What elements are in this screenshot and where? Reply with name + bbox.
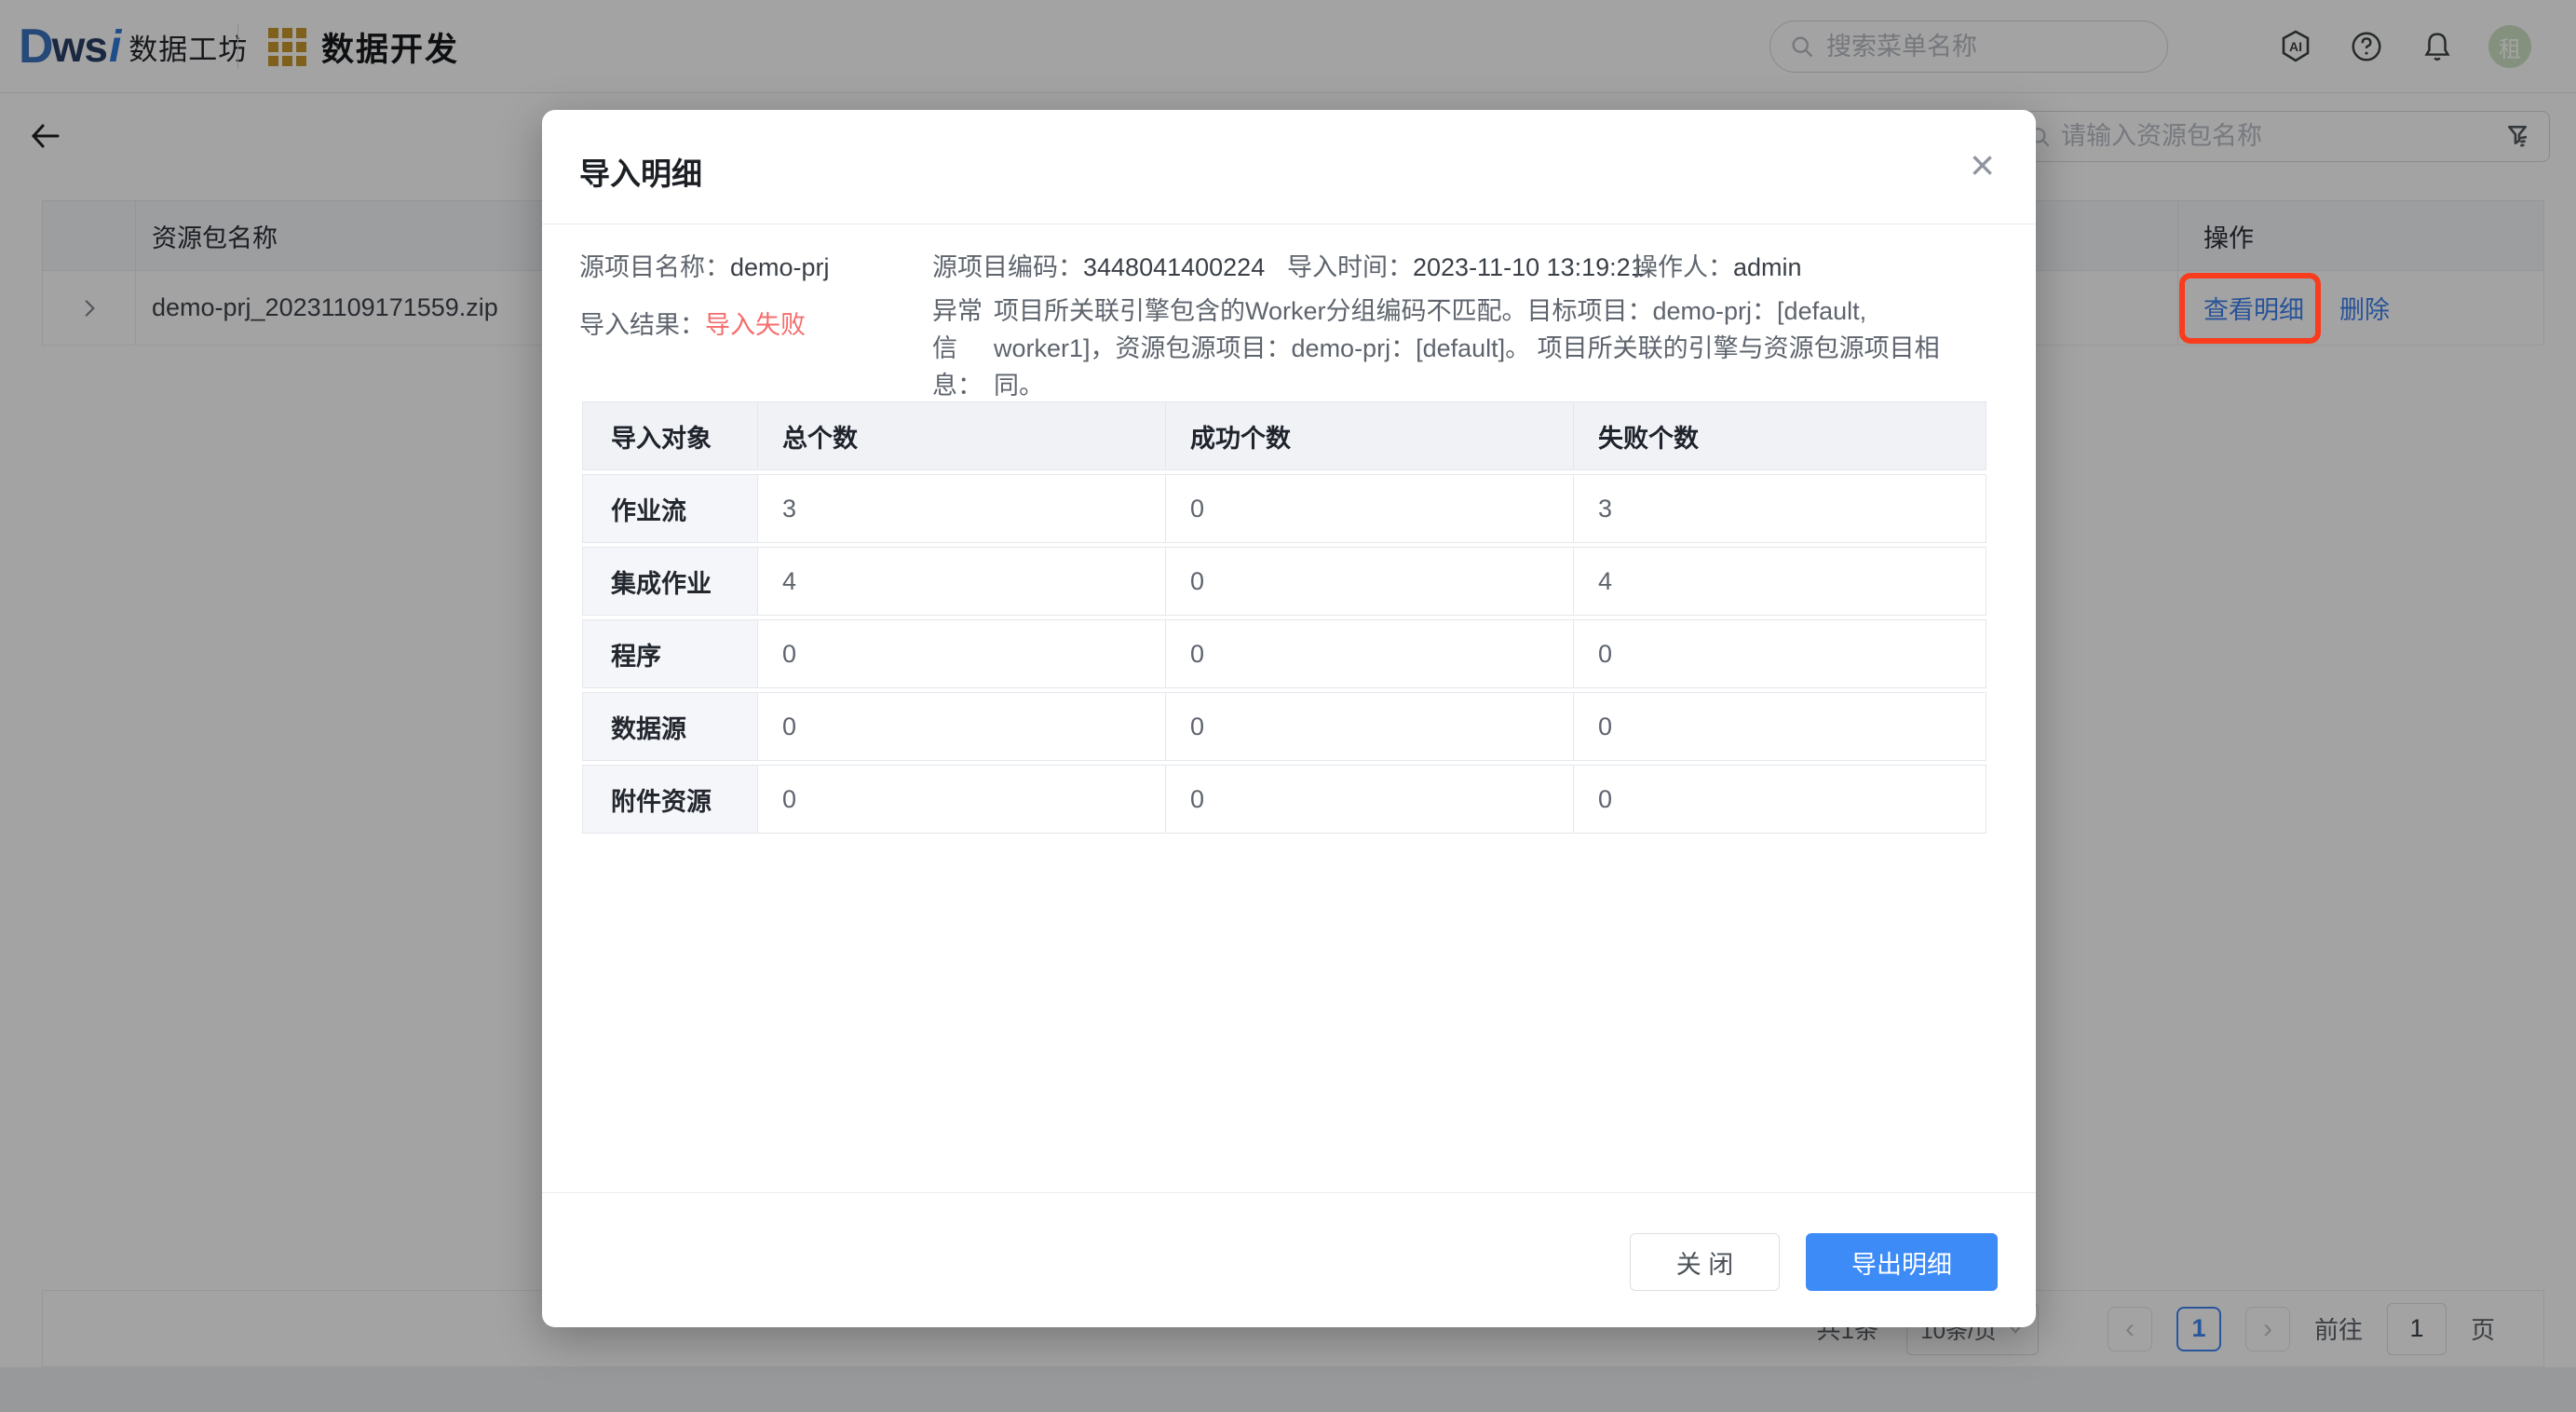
summary-row-integration-job: 集成作业 4 0 4 [582, 547, 1986, 616]
row-label: 数据源 [582, 692, 758, 761]
import-result-value: 导入失败 [705, 311, 806, 339]
close-button[interactable]: 关 闭 [1630, 1233, 1780, 1291]
export-detail-button[interactable]: 导出明细 [1806, 1233, 1998, 1291]
success-value: 0 [1166, 765, 1574, 834]
summary-row-attachment: 附件资源 0 0 0 [582, 765, 1986, 834]
source-project-code-label: 源项目编码： [932, 253, 1083, 281]
total-value: 0 [758, 692, 1166, 761]
failed-value: 3 [1574, 474, 1986, 543]
success-value: 0 [1166, 692, 1574, 761]
import-result-label: 导入结果： [579, 311, 705, 339]
source-project-name-value: demo-prj [730, 253, 830, 281]
header-import-object: 导入对象 [582, 401, 758, 470]
exception-info: 异常信息： 项目所关联引擎包含的Worker分组编码不匹配。目标项目：demo-… [932, 292, 1989, 404]
summary-header-row: 导入对象 总个数 成功个数 失败个数 [582, 401, 1986, 470]
operator: 操作人：admin [1633, 250, 1802, 285]
source-project-code: 源项目编码：3448041400224 [932, 250, 1265, 285]
modal-title: 导入明细 [579, 149, 702, 194]
total-value: 3 [758, 474, 1166, 543]
modal-footer-divider [542, 1192, 2036, 1193]
source-project-name: 源项目名称：demo-prj [579, 250, 830, 285]
success-value: 0 [1166, 474, 1574, 543]
total-value: 0 [758, 765, 1166, 834]
import-detail-modal: 导入明细 × 源项目名称：demo-prj 源项目编码：344804140022… [542, 110, 2036, 1327]
import-result: 导入结果：导入失败 [579, 307, 806, 343]
operator-value: admin [1733, 253, 1802, 281]
modal-close-icon[interactable]: × [1970, 143, 1995, 186]
import-time-value: 2023-11-10 13:19:21 [1413, 253, 1645, 281]
success-value: 0 [1166, 547, 1574, 616]
header-total-count: 总个数 [758, 401, 1166, 470]
total-value: 0 [758, 619, 1166, 688]
import-summary-table: 导入对象 总个数 成功个数 失败个数 作业流 3 0 3 集成作业 4 0 4 [582, 398, 1986, 837]
row-label: 程序 [582, 619, 758, 688]
source-project-code-value: 3448041400224 [1083, 253, 1265, 281]
failed-value: 0 [1574, 619, 1986, 688]
import-time: 导入时间：2023-11-10 13:19:21 [1287, 250, 1645, 285]
row-label: 附件资源 [582, 765, 758, 834]
total-value: 4 [758, 547, 1166, 616]
source-project-name-label: 源项目名称： [579, 253, 730, 281]
failed-value: 4 [1574, 547, 1986, 616]
import-time-label: 导入时间： [1287, 253, 1413, 281]
row-label: 集成作业 [582, 547, 758, 616]
exception-label: 异常信息： [932, 292, 994, 404]
failed-value: 0 [1574, 692, 1986, 761]
summary-row-workflow: 作业流 3 0 3 [582, 474, 1986, 543]
summary-row-datasource: 数据源 0 0 0 [582, 692, 1986, 761]
success-value: 0 [1166, 619, 1574, 688]
row-label: 作业流 [582, 474, 758, 543]
exception-text: 项目所关联引擎包含的Worker分组编码不匹配。目标项目：demo-prj：[d… [994, 292, 1989, 404]
operator-label: 操作人： [1633, 253, 1733, 281]
header-failed-count: 失败个数 [1574, 401, 1986, 470]
import-info-row: 源项目名称：demo-prj 源项目编码：3448041400224 导入时间：… [579, 250, 1999, 285]
failed-value: 0 [1574, 765, 1986, 834]
summary-row-program: 程序 0 0 0 [582, 619, 1986, 688]
header-success-count: 成功个数 [1166, 401, 1574, 470]
